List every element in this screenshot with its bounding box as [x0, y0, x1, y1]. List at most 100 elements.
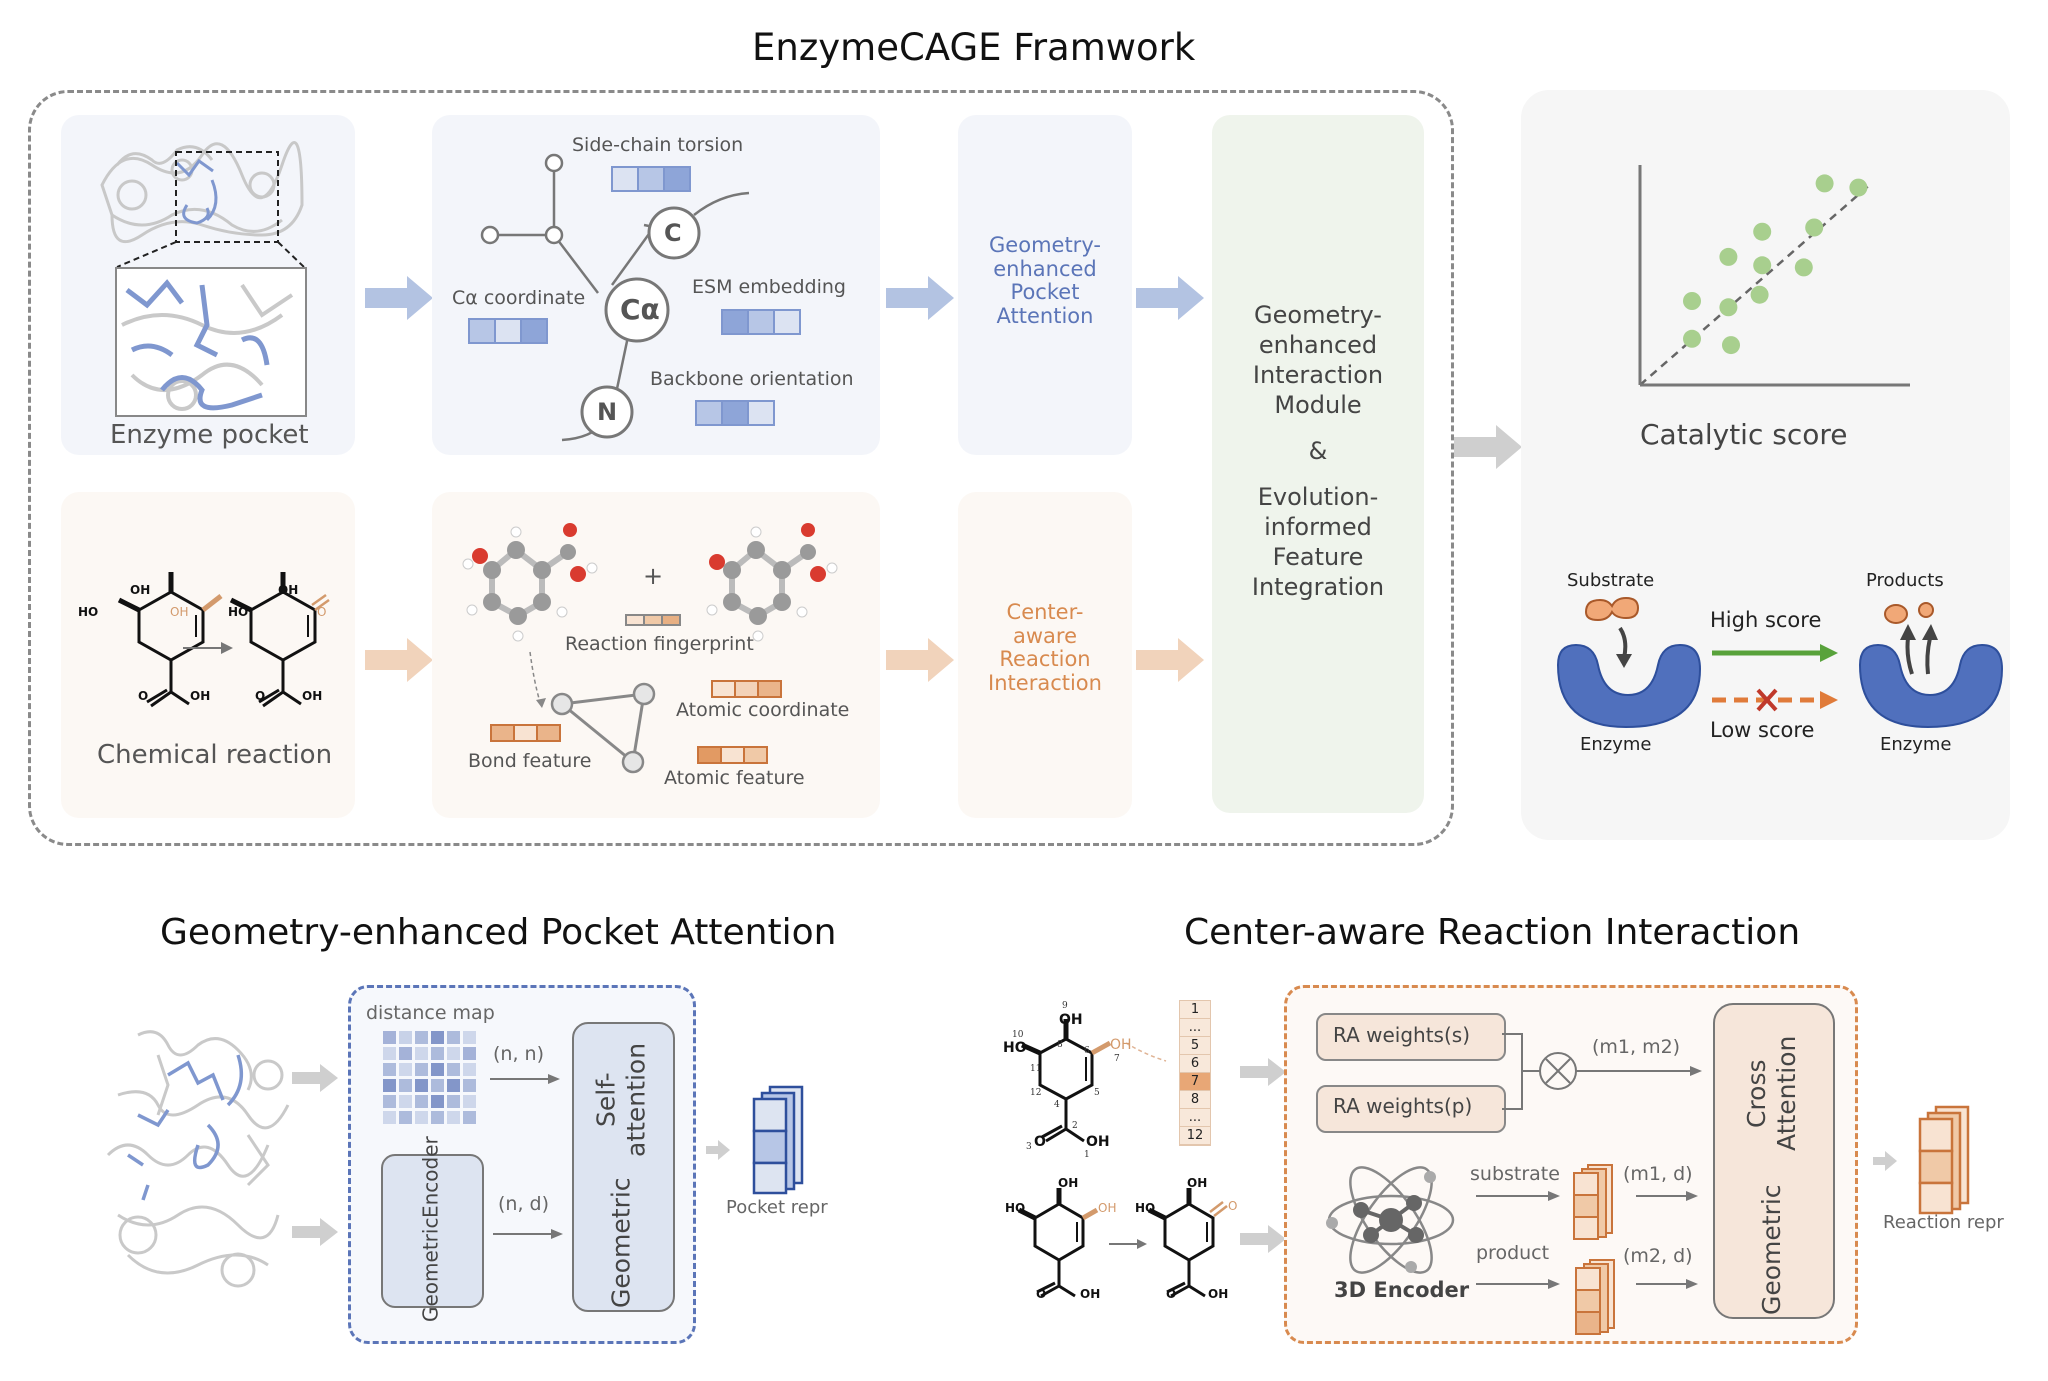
distance-map-cell: [431, 1095, 444, 1108]
small-product-ketone-o: O: [1228, 1199, 1238, 1213]
pocket-repr-icon: [752, 1085, 804, 1195]
atom-index-item: ...: [1180, 1109, 1210, 1127]
products-label: Products: [1866, 570, 1944, 591]
ca-coordinate-label: Cα coordinate: [452, 287, 586, 309]
product-oh-top: OH: [278, 583, 299, 597]
substrate-branch-label: substrate: [1470, 1163, 1560, 1185]
nd-shape-label: (n, d): [498, 1193, 550, 1215]
input-arrow-icon: [1240, 1225, 1286, 1253]
small-substrate-o: O: [1036, 1287, 1047, 1301]
atom-oh-1: OH: [1086, 1134, 1110, 1150]
flow-arrow-icon: [365, 276, 433, 320]
esm-embedding-label: ESM embedding: [692, 276, 846, 298]
distance-map-cell: [415, 1079, 428, 1092]
nd-arrow-icon: [493, 1229, 563, 1239]
distance-map-cell: [399, 1095, 412, 1108]
scatter-point: [1849, 178, 1868, 197]
substrate-oh-right: OH: [170, 605, 189, 619]
atom-ho-10: HO: [1003, 1040, 1027, 1056]
atomic-coordinate-label: Atomic coordinate: [676, 699, 850, 721]
enzyme-right-icon: [1858, 643, 2004, 729]
distance-map-cell: [431, 1079, 444, 1092]
m2d-shape-label: (m2, d): [1623, 1245, 1693, 1267]
atom-number-6: 6: [1084, 1046, 1090, 1056]
reaction-fingerprint-label: Reaction fingerprint: [565, 633, 754, 655]
reaction-fingerprint-vector: [625, 614, 681, 626]
m1d-shape-label: (m1, d): [1623, 1163, 1693, 1185]
reaction-scheme-diagram: [117, 572, 330, 708]
flow-arrow-icon: [886, 276, 954, 320]
small-substrate-oh-cooh: OH: [1080, 1287, 1101, 1301]
product-cooh-o: O: [255, 689, 266, 703]
scatter-point: [1719, 247, 1738, 266]
atom-number-7: 7: [1114, 1054, 1120, 1064]
output-arrow-icon: [706, 1140, 730, 1160]
atom-index-item: 12: [1180, 1127, 1210, 1145]
protein-structure-icon: [100, 141, 307, 417]
chemical-reaction-label: Chemical reaction: [97, 740, 333, 770]
atom-number-11: 11: [1030, 1064, 1042, 1074]
flow-arrow-icon: [365, 638, 433, 682]
geometric-encoder-label: Geometric Encoder: [418, 1135, 443, 1323]
ra-weights-s-label: RA weights(s): [1333, 1023, 1471, 1047]
product-cooh-oh: OH: [302, 689, 323, 703]
atomic-feature-vector: [697, 746, 768, 764]
catalytic-score-label: Catalytic score: [1640, 418, 1848, 451]
ca-coordinate-vector: [468, 318, 548, 344]
scatter-point: [1683, 329, 1701, 348]
cri-module-label: Center- aware Reaction Interaction: [988, 600, 1102, 695]
bond-feature-vector: [490, 724, 561, 742]
product-1-icon: [1884, 604, 1908, 624]
product-2-icon: [1918, 602, 1934, 618]
ra-weights-p-label: RA weights(p): [1333, 1094, 1473, 1118]
flow-arrow-icon: [1136, 638, 1204, 682]
distance-map-cell: [447, 1063, 460, 1076]
substrate-cooh-oh: OH: [190, 689, 211, 703]
product-branch-arrow: [1476, 1279, 1560, 1289]
side-chain-torsion-vector: [611, 166, 691, 192]
small-product-oh-cooh: OH: [1208, 1287, 1229, 1301]
distance-map-cell: [447, 1031, 460, 1044]
product-embedding-stack-icon: [1575, 1259, 1615, 1335]
scatter-point: [1719, 298, 1738, 317]
atomic-coordinate-vector: [711, 680, 782, 698]
distance-map-cell: [431, 1063, 444, 1076]
distance-map-cell: [399, 1047, 412, 1060]
geometric-cross-attention-label: Geometric Cross Attention: [1742, 1036, 1801, 1315]
atom-number-8: 8: [1057, 1040, 1063, 1050]
substrate-branch-arrow: [1476, 1191, 1560, 1201]
plus-sign: +: [643, 562, 664, 590]
product-ketone-o: O: [317, 605, 327, 619]
distance-map-cell: [399, 1063, 412, 1076]
pocket-repr-label: Pocket repr: [726, 1197, 828, 1218]
m2d-arrow-icon: [1636, 1279, 1698, 1289]
distance-map-cell: [447, 1047, 460, 1060]
input-arrow-icon: [292, 1218, 338, 1246]
substrate-embedding-stack-icon: [1573, 1164, 1613, 1240]
atom-index-item: 6: [1180, 1055, 1210, 1073]
integration-module-label: Geometry- enhanced Interaction Module & …: [1251, 301, 1385, 601]
small-product-o: O: [1166, 1287, 1177, 1301]
substrate-icon: [1584, 596, 1640, 622]
scatter-point: [1794, 258, 1813, 277]
backbone-orientation-label: Backbone orientation: [650, 368, 854, 390]
atom-number-2: 2: [1072, 1121, 1078, 1131]
framework-title: EnzymeCAGE Framwork: [752, 26, 1196, 69]
small-product-oh-top: OH: [1187, 1176, 1208, 1190]
distance-map-cell: [415, 1111, 428, 1124]
flow-arrow-icon: [1136, 276, 1204, 320]
atom-oh-9: OH: [1059, 1012, 1083, 1028]
atom-index-item: 1: [1180, 1001, 1210, 1019]
substrate-oh-top: OH: [130, 583, 151, 597]
nn-shape-label: (n, n): [493, 1043, 544, 1065]
gpa-detail-title: Geometry-enhanced Pocket Attention: [160, 912, 837, 953]
small-product-ho: HO: [1135, 1201, 1156, 1215]
node-ca-label: Cα: [620, 293, 660, 326]
distance-map-cell: [463, 1095, 476, 1108]
distance-map-cell: [463, 1031, 476, 1044]
backbone-orientation-vector: [695, 400, 775, 426]
protein-structure-full-icon: [106, 1030, 290, 1288]
bond-feature-label: Bond feature: [468, 750, 592, 772]
atom-number-4: 4: [1054, 1100, 1060, 1110]
atom-number-5: 5: [1094, 1088, 1100, 1098]
